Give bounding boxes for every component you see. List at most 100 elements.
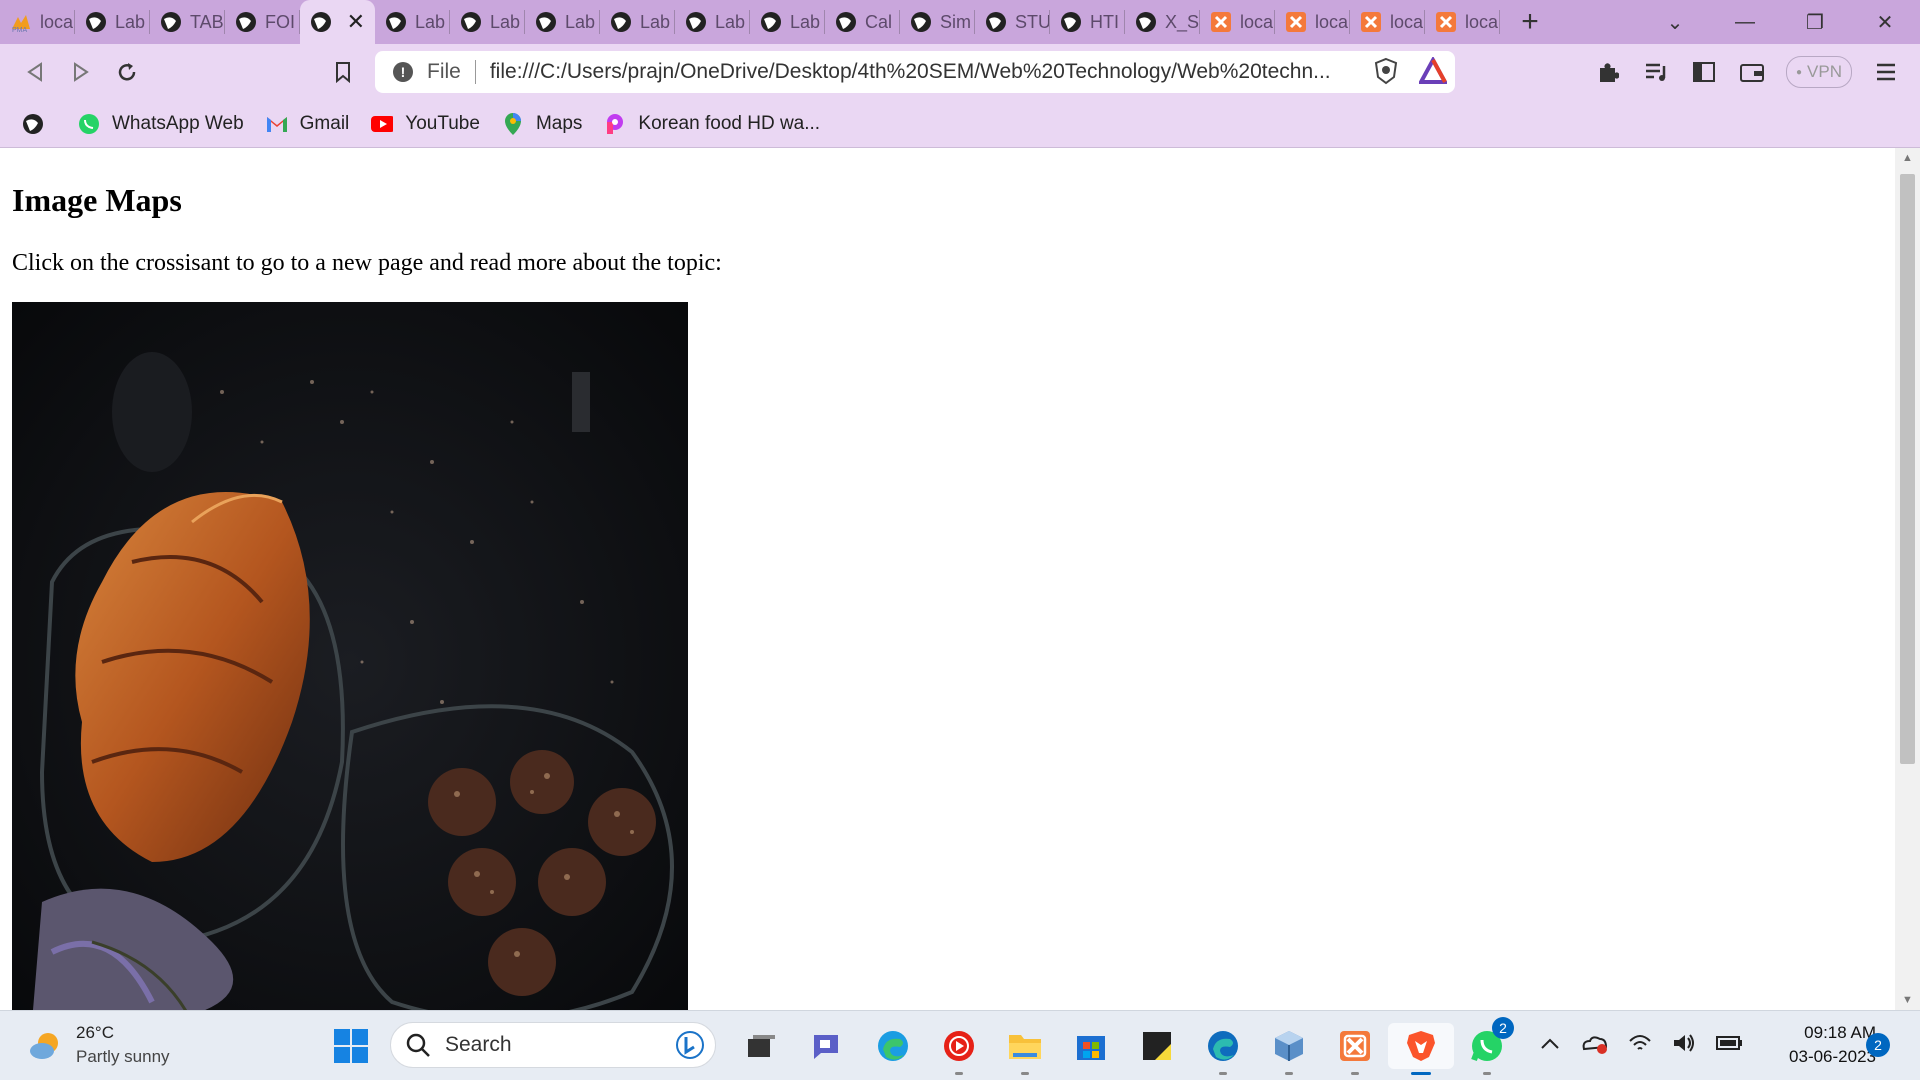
- sidebar-button[interactable]: [1680, 49, 1728, 95]
- bing-icon[interactable]: [675, 1030, 705, 1060]
- back-button[interactable]: [12, 49, 58, 95]
- browser-tab[interactable]: Lab: [75, 0, 150, 44]
- main-menu-button[interactable]: [1862, 49, 1910, 95]
- tab-label: loca: [1390, 11, 1424, 32]
- virtualbox-button[interactable]: [1256, 1023, 1322, 1075]
- browser-tab[interactable]: STU: [975, 0, 1050, 44]
- tab-label: Lab: [415, 11, 446, 32]
- browser-tab[interactable]: Cal: [825, 0, 900, 44]
- edge-button[interactable]: [860, 1023, 926, 1069]
- close-tab-icon[interactable]: ✕: [347, 9, 365, 35]
- browser-tab[interactable]: TAB: [150, 0, 225, 44]
- browser-tab[interactable]: Lab: [525, 0, 600, 44]
- onedrive-error-icon[interactable]: [1580, 1031, 1608, 1055]
- browser-tab[interactable]: FOI: [225, 0, 300, 44]
- browser-tab[interactable]: X_S: [1125, 0, 1200, 44]
- tab-label: loca: [1315, 11, 1349, 32]
- bookmark-item[interactable]: WhatsApp Web: [78, 113, 244, 135]
- sticky-notes-button[interactable]: [1124, 1023, 1190, 1069]
- chevron-up-icon[interactable]: [1540, 1036, 1560, 1050]
- hamburger-menu-icon: [1877, 63, 1895, 81]
- bookmark-item[interactable]: Gmail: [266, 113, 349, 135]
- tab-label: Cal: [865, 11, 893, 32]
- browser-tab[interactable]: Sim: [900, 0, 975, 44]
- page-scrollbar[interactable]: ▲ ▼: [1895, 148, 1920, 1010]
- browser-tab[interactable]: HTI: [1050, 0, 1125, 44]
- globe-icon: [385, 11, 407, 33]
- scroll-up-icon[interactable]: ▲: [1895, 148, 1920, 168]
- page-heading: Image Maps: [12, 182, 182, 218]
- store-icon: [1077, 1036, 1105, 1060]
- weather-widget[interactable]: 26°C Partly sunny: [28, 1021, 170, 1069]
- reload-button[interactable]: [104, 49, 150, 95]
- xampp-icon: [1435, 11, 1457, 33]
- file-explorer-button[interactable]: [992, 1023, 1058, 1075]
- youtube-icon: [371, 113, 394, 135]
- playlist-button[interactable]: [1632, 49, 1680, 95]
- address-separator: [474, 60, 476, 84]
- window-controls: ⌄ — ❐ ✕: [1640, 0, 1920, 44]
- tab-search-chevron-icon[interactable]: ⌄: [1640, 0, 1710, 44]
- globe-icon: [610, 11, 632, 33]
- browser-tab[interactable]: Lab: [750, 0, 825, 44]
- browser-tab[interactable]: loca: [1350, 0, 1425, 44]
- notification-count-badge[interactable]: 2: [1866, 1033, 1890, 1057]
- extensions-button[interactable]: [1584, 49, 1632, 95]
- scroll-thumb[interactable]: [1900, 174, 1915, 764]
- close-window-button[interactable]: ✕: [1850, 0, 1920, 44]
- address-bar[interactable]: ! File file:///C:/Users/prajn/OneDrive/D…: [375, 51, 1455, 93]
- globe-icon: [22, 113, 44, 135]
- battery-icon[interactable]: [1716, 1035, 1744, 1051]
- browser-tab[interactable]: Lab: [675, 0, 750, 44]
- brave-shields-icon[interactable]: [1373, 57, 1399, 85]
- scroll-down-icon[interactable]: ▼: [1895, 990, 1920, 1010]
- browser-tab[interactable]: loca: [1425, 0, 1500, 44]
- picsart-icon: [604, 113, 626, 135]
- bookmark-page-button[interactable]: [320, 49, 366, 95]
- browser-tab[interactable]: loca: [1200, 0, 1275, 44]
- address-bar-actions: [1373, 57, 1447, 85]
- browser-tab[interactable]: Lab: [450, 0, 525, 44]
- teams-chat-button[interactable]: [794, 1023, 860, 1069]
- wallet-button[interactable]: [1728, 49, 1776, 95]
- new-tab-button[interactable]: +: [1508, 0, 1552, 44]
- weather-condition: Partly sunny: [76, 1047, 170, 1066]
- browser-tab[interactable]: loca: [1275, 0, 1350, 44]
- bookmark-item[interactable]: Korean food HD wa...: [604, 113, 820, 135]
- forward-button[interactable]: [58, 49, 104, 95]
- edge-dev-button[interactable]: [1190, 1023, 1256, 1075]
- whatsapp-button[interactable]: 2: [1454, 1017, 1520, 1075]
- start-button[interactable]: [334, 1029, 368, 1068]
- url-text[interactable]: file:///C:/Users/prajn/OneDrive/Desktop/…: [490, 60, 1350, 84]
- site-info-icon[interactable]: !: [393, 62, 413, 82]
- minimize-button[interactable]: —: [1710, 0, 1780, 44]
- brave-browser-button[interactable]: [1388, 1023, 1454, 1075]
- youtube-music-button[interactable]: [926, 1023, 992, 1075]
- browser-tab[interactable]: PMA loca: [0, 0, 75, 44]
- vpn-button[interactable]: ● VPN: [1786, 56, 1852, 88]
- xampp-button[interactable]: [1322, 1023, 1388, 1075]
- globe-icon: [160, 11, 182, 33]
- volume-icon[interactable]: [1672, 1032, 1696, 1054]
- taskbar-search[interactable]: Search: [390, 1022, 716, 1068]
- brave-rewards-icon[interactable]: [1419, 57, 1447, 85]
- bookmark-label: YouTube: [405, 112, 480, 134]
- microsoft-store-button[interactable]: [1058, 1023, 1124, 1069]
- browser-tab[interactable]: Lab: [600, 0, 675, 44]
- browser-tab[interactable]: Lab: [375, 0, 450, 44]
- wifi-icon[interactable]: [1628, 1033, 1652, 1053]
- restore-button[interactable]: ❐: [1780, 0, 1850, 44]
- page-content: Image Maps Click on the crossisant to go…: [0, 148, 1895, 1010]
- browser-tab[interactable]: ✕: [300, 0, 375, 44]
- sidebar-icon: [1693, 62, 1715, 82]
- system-tray: [1540, 1031, 1744, 1055]
- task-view-button[interactable]: [728, 1023, 794, 1069]
- bookmark-item[interactable]: [22, 113, 56, 135]
- system-clock[interactable]: 09:18 AM 03-06-2023: [1752, 1021, 1876, 1069]
- brave-lion-icon: [1407, 1031, 1435, 1061]
- bookmark-item[interactable]: Maps: [502, 112, 582, 135]
- tab-label: loca: [1465, 11, 1499, 32]
- windows-logo-icon: [334, 1029, 368, 1063]
- image-map-photo[interactable]: [12, 302, 688, 1010]
- bookmark-item[interactable]: YouTube: [371, 113, 480, 135]
